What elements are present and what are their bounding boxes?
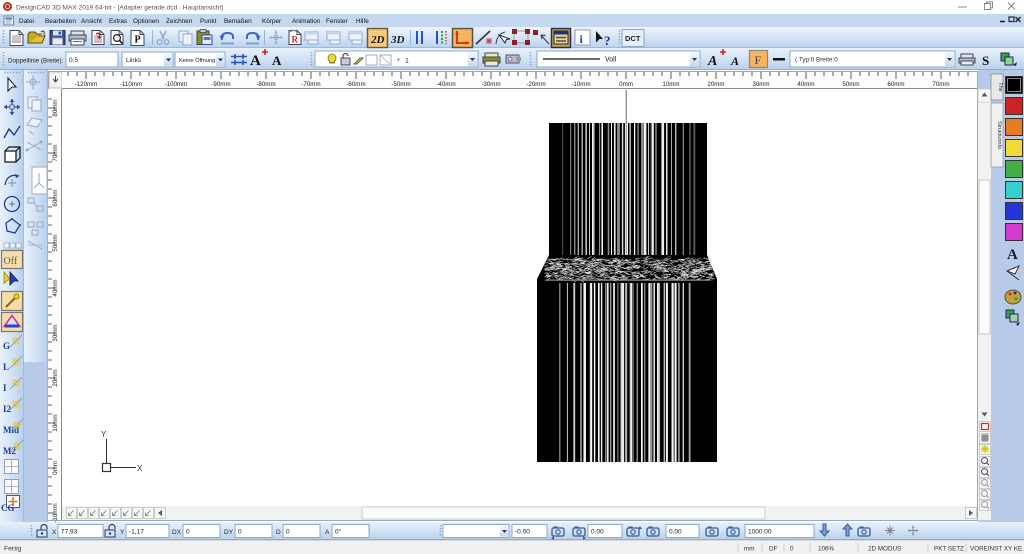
svg-text:Bearbeiten: Bearbeiten [45, 18, 76, 25]
svg-text:Ansicht: Ansicht [81, 18, 102, 25]
svg-text:-0.00: -0.00 [515, 528, 530, 535]
svg-text:Animation: Animation [292, 18, 321, 25]
svg-text:I2: I2 [3, 404, 12, 414]
svg-text:A: A [1007, 247, 1018, 263]
svg-text:PKT SETZ: PKT SETZ [934, 546, 964, 553]
svg-text:DCT: DCT [625, 34, 641, 43]
svg-text:2D: 2D [370, 34, 385, 46]
svg-text:Fenster: Fenster [326, 18, 349, 25]
svg-text:Voll: Voll [605, 57, 617, 64]
svg-text:-80mm: -80mm [256, 81, 275, 88]
svg-text:D: D [276, 529, 281, 536]
svg-text:Hilfe: Hilfe [356, 18, 369, 25]
svg-text:L: L [3, 362, 9, 372]
svg-text:0: 0 [286, 528, 290, 535]
svg-text:106%: 106% [818, 546, 835, 553]
svg-text:CG: CG [1, 503, 15, 513]
svg-text:0: 0 [238, 528, 242, 535]
svg-text:I: I [3, 383, 7, 393]
svg-text:G: G [3, 341, 10, 351]
svg-text:1000.00: 1000.00 [748, 528, 772, 535]
svg-text:The: The [997, 82, 1003, 91]
svg-text:77,93: 77,93 [61, 528, 78, 535]
svg-text:Zeichnen: Zeichnen [166, 18, 193, 25]
svg-text:Datei: Datei [19, 18, 34, 25]
svg-text:A: A [730, 54, 739, 68]
svg-text:Keine Öffnung: Keine Öffnung [179, 57, 215, 64]
svg-text:?: ? [604, 33, 611, 48]
svg-text:30mm: 30mm [752, 81, 769, 88]
svg-text:-100mm: -100mm [165, 81, 188, 88]
svg-text:60mm: 60mm [887, 81, 904, 88]
svg-text:40mm: 40mm [797, 81, 814, 88]
svg-text:10mm: 10mm [662, 81, 679, 88]
svg-text:-10mm: -10mm [571, 81, 590, 88]
svg-text:0.00: 0.00 [669, 528, 682, 535]
svg-text:X: X [137, 464, 143, 473]
svg-text:2D MODUS: 2D MODUS [868, 546, 901, 553]
svg-text:0: 0 [790, 546, 794, 553]
svg-text:-20mm: -20mm [526, 81, 545, 88]
svg-text:-30mm: -30mm [481, 81, 500, 88]
svg-text:-120mm: -120mm [75, 81, 98, 88]
svg-text:R: R [292, 35, 299, 45]
svg-text:-50mm: -50mm [391, 81, 410, 88]
svg-text:Strukturinfo: Strukturinfo [996, 121, 1002, 149]
svg-text:*: * [397, 58, 400, 65]
svg-text:A: A [250, 53, 261, 69]
svg-text:0: 0 [186, 528, 190, 535]
svg-text:Links: Links [126, 57, 142, 64]
svg-text:P: P [135, 35, 141, 46]
svg-text:-1,17: -1,17 [129, 528, 144, 535]
svg-text:S: S [982, 53, 989, 68]
svg-text:DX: DX [172, 529, 182, 536]
svg-text:DesignCAD 3D MAX 2019 64-bit -: DesignCAD 3D MAX 2019 64-bit - [Adapter … [16, 5, 223, 12]
svg-text:0°: 0° [335, 527, 342, 535]
svg-text:70mm: 70mm [932, 81, 949, 88]
svg-text:mm: mm [744, 546, 755, 553]
svg-text:Optionen: Optionen [133, 18, 159, 25]
svg-text:X: X [52, 529, 57, 536]
svg-text:Körper: Körper [262, 18, 282, 25]
svg-text:Off: Off [4, 256, 18, 267]
svg-text:3D: 3D [390, 34, 405, 46]
svg-text:1: 1 [405, 58, 409, 65]
svg-text:M2: M2 [3, 446, 16, 456]
svg-text:-40mm: -40mm [436, 81, 455, 88]
svg-text:-110mm: -110mm [120, 81, 142, 88]
svg-text:A: A [707, 54, 717, 69]
svg-text:0.00: 0.00 [591, 528, 604, 535]
svg-text:-60mm: -60mm [346, 81, 365, 88]
svg-text:0.5: 0.5 [69, 57, 78, 64]
svg-text:F: F [755, 53, 762, 67]
svg-text:Punkt: Punkt [200, 18, 217, 25]
svg-text:Extras: Extras [109, 18, 127, 25]
svg-text:Doppellinie (Breite):: Doppellinie (Breite): [8, 58, 64, 65]
svg-text:-90mm: -90mm [211, 81, 230, 88]
svg-text:VOREINST XY KE: VOREINST XY KE [970, 546, 1022, 553]
svg-text:0mm: 0mm [619, 81, 633, 88]
svg-text:A: A [325, 529, 330, 536]
svg-text:DY: DY [224, 529, 234, 536]
svg-text:Y: Y [120, 529, 125, 536]
svg-text:50mm: 50mm [842, 81, 859, 88]
svg-text:Bemaßen: Bemaßen [224, 18, 252, 25]
svg-text:20mm: 20mm [707, 81, 724, 88]
svg-text:(.Typ:0 Breite:0: (.Typ:0 Breite:0 [795, 57, 838, 64]
svg-text:Y: Y [101, 430, 107, 439]
svg-text:DF: DF [769, 546, 778, 553]
svg-text:A: A [272, 53, 282, 68]
svg-text:-70mm: -70mm [301, 81, 320, 88]
svg-text:Fertig: Fertig [4, 546, 22, 553]
